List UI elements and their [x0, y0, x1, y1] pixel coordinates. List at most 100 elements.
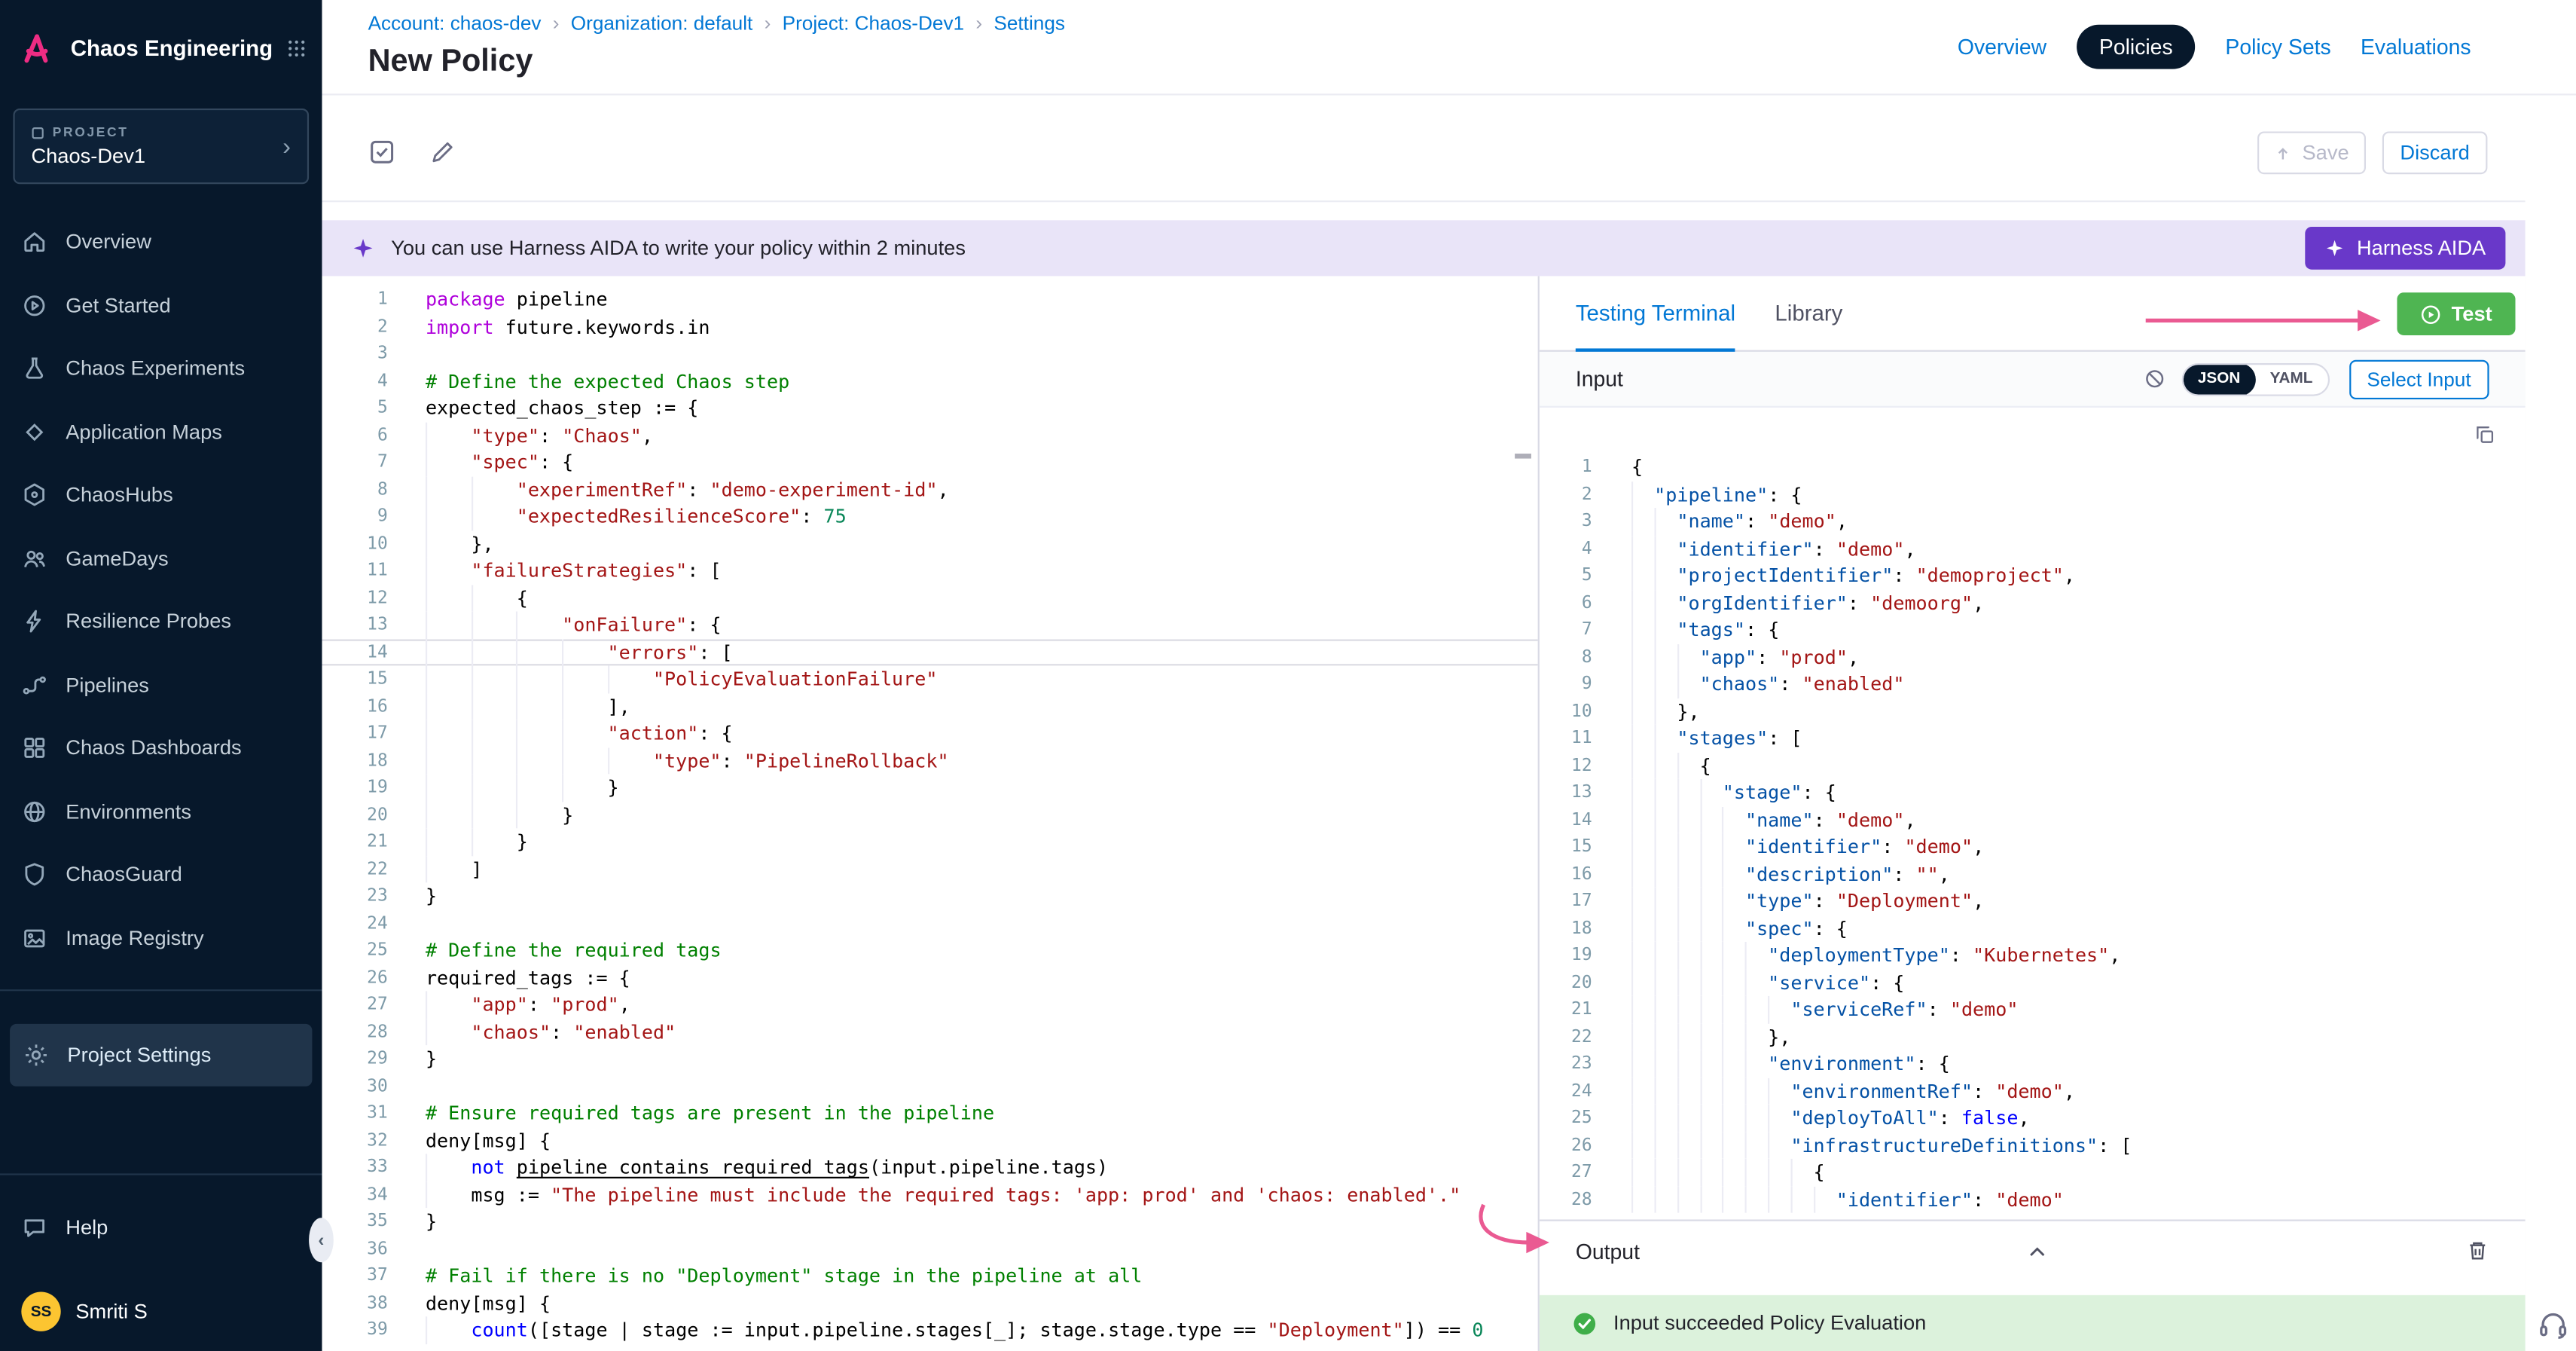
sidebar-item-resilience-probes[interactable]: Resilience Probes	[0, 590, 322, 653]
harness-logo-icon	[17, 28, 58, 69]
code-line-28: 28"chaos": "enabled"	[322, 1018, 1538, 1045]
code-line-16: 16"description": "",	[1540, 860, 2526, 888]
edit-icon[interactable]	[429, 139, 455, 166]
app-window: Chaos Engineering PROJECT Chaos-Dev1 › O…	[0, 0, 2576, 1351]
sidebar-collapse-button[interactable]: ‹	[309, 1218, 334, 1262]
code-line-34: 34msg := "The pipeline must include the …	[322, 1181, 1538, 1208]
sidebar-item-label: ChaosHubs	[66, 484, 172, 507]
sidebar-item-gamedays[interactable]: GameDays	[0, 527, 322, 590]
sidebar-item-label: Image Registry	[66, 927, 203, 950]
tab-testing-terminal[interactable]: Testing Terminal	[1576, 276, 1735, 350]
select-input-button[interactable]: Select Input	[2349, 359, 2489, 399]
line-number: 24	[1540, 1077, 1592, 1105]
line-number: 21	[322, 828, 388, 855]
code-line-21: 21"serviceRef": "demo"	[1540, 996, 2526, 1023]
sidebar-item-chaos-dashboards[interactable]: Chaos Dashboards	[0, 717, 322, 780]
sidebar-item-application-maps[interactable]: Application Maps	[0, 400, 322, 463]
breadcrumb-link[interactable]: Project: Chaos-Dev1	[783, 11, 965, 35]
sidebar-item-chaoshubs[interactable]: ChaosHubs	[0, 463, 322, 527]
code-line-35: 35}	[322, 1208, 1538, 1235]
output-section-header: Output	[1540, 1219, 2526, 1282]
line-number: 17	[322, 720, 388, 747]
code-line-32: 32deny[msg] {	[322, 1126, 1538, 1154]
user-name: Smriti S	[75, 1300, 147, 1323]
code-line-28: 28"identifier": "demo"	[1540, 1186, 2526, 1213]
code-line-17: 17"action": {	[322, 720, 1538, 747]
ban-icon[interactable]	[2144, 368, 2165, 390]
input-json-editor[interactable]: 1{2"pipeline": {3"name": "demo",4"identi…	[1540, 454, 2526, 1213]
sidebar: Chaos Engineering PROJECT Chaos-Dev1 › O…	[0, 0, 322, 1351]
copy-icon[interactable]	[2474, 424, 2495, 445]
test-button[interactable]: Test	[2397, 292, 2515, 335]
code-line-2: 2"pipeline": {	[1540, 481, 2526, 508]
tab-policy-sets[interactable]: Policy Sets	[2225, 35, 2330, 60]
line-number: 27	[322, 991, 388, 1018]
people-icon	[21, 546, 47, 572]
line-number: 19	[1540, 942, 1592, 969]
sidebar-item-project-settings[interactable]: Project Settings	[10, 1024, 312, 1087]
help-label: Help	[66, 1217, 108, 1240]
save-button[interactable]: Save	[2257, 132, 2366, 175]
tab-evaluations[interactable]: Evaluations	[2361, 35, 2471, 60]
line-number: 1	[1540, 454, 1592, 481]
line-number: 12	[322, 584, 388, 611]
sidebar-item-chaosguard[interactable]: ChaosGuard	[0, 843, 322, 906]
line-number: 20	[322, 801, 388, 828]
collapse-output-icon[interactable]	[2025, 1241, 2049, 1264]
sidebar-header: Chaos Engineering	[0, 0, 322, 79]
code-line-14: 14"errors": [	[322, 638, 1538, 665]
play-circle-icon	[2420, 303, 2441, 324]
evaluation-result-text: Input succeeded Policy Evaluation	[1613, 1312, 1926, 1335]
policy-check-icon[interactable]	[368, 138, 396, 166]
line-number: 30	[322, 1072, 388, 1099]
code-line-8: 8"app": "prod",	[1540, 643, 2526, 671]
sidebar-item-label: Get Started	[66, 294, 170, 317]
breadcrumb-link[interactable]: Settings	[993, 11, 1065, 35]
code-line-24: 24	[322, 909, 1538, 937]
harness-aida-button[interactable]: Harness AIDA	[2306, 227, 2505, 270]
input-section-label: Input	[1576, 366, 2144, 391]
tab-policies[interactable]: Policies	[2076, 25, 2196, 69]
code-line-17: 17"type": "Deployment",	[1540, 888, 2526, 915]
code-line-27: 27"app": "prod",	[322, 991, 1538, 1018]
format-option-yaml[interactable]: YAML	[2255, 362, 2327, 396]
tab-overview[interactable]: Overview	[1958, 35, 2046, 60]
sidebar-item-overview[interactable]: Overview	[0, 210, 322, 274]
discard-button[interactable]: Discard	[2382, 132, 2488, 175]
line-number: 10	[322, 530, 388, 557]
project-selector[interactable]: PROJECT Chaos-Dev1 ›	[13, 109, 309, 184]
sidebar-item-environments[interactable]: Environments	[0, 780, 322, 843]
sidebar-item-pipelines[interactable]: Pipelines	[0, 653, 322, 717]
terminal-tabs: Testing Terminal Library	[1576, 276, 1843, 350]
sidebar-item-chaos-experiments[interactable]: Chaos Experiments	[0, 337, 322, 400]
sidebar-item-label: Resilience Probes	[66, 610, 231, 634]
breadcrumb-link[interactable]: Organization: default	[571, 11, 753, 35]
input-json-area: 1{2"pipeline": {3"name": "demo",4"identi…	[1540, 408, 2526, 1220]
code-line-38: 38deny[msg] {	[322, 1289, 1538, 1316]
module-grid-icon[interactable]	[286, 38, 307, 59]
sidebar-item-help[interactable]: Help	[0, 1197, 322, 1260]
flask-icon	[21, 356, 47, 382]
format-option-json[interactable]: JSON	[2183, 362, 2255, 396]
trash-icon[interactable]	[2466, 1239, 2489, 1263]
code-line-4: 4"identifier": "demo",	[1540, 535, 2526, 562]
line-number: 8	[322, 475, 388, 503]
line-number: 23	[322, 882, 388, 909]
code-line-19: 19}	[322, 774, 1538, 801]
project-label: PROJECT	[53, 125, 129, 140]
line-number: 9	[322, 503, 388, 530]
sidebar-item-get-started[interactable]: Get Started	[0, 274, 322, 337]
line-number: 32	[322, 1126, 388, 1154]
support-headset-icon[interactable]	[2537, 1308, 2570, 1341]
user-menu[interactable]: SS Smriti S	[0, 1279, 322, 1344]
code-line-23: 23}	[322, 882, 1538, 909]
code-line-11: 11"stages": [	[1540, 725, 2526, 752]
code-line-6: 6"type": "Chaos",	[322, 421, 1538, 448]
line-number: 38	[322, 1289, 388, 1316]
line-number: 1	[322, 286, 388, 313]
breadcrumb-link[interactable]: Account: chaos-dev	[368, 11, 542, 35]
tab-library[interactable]: Library	[1775, 276, 1842, 350]
policy-code-editor[interactable]: 1package pipeline2import future.keywords…	[322, 276, 1538, 1351]
sidebar-item-image-registry[interactable]: Image Registry	[0, 906, 322, 970]
code-line-9: 9"chaos": "enabled"	[1540, 671, 2526, 698]
